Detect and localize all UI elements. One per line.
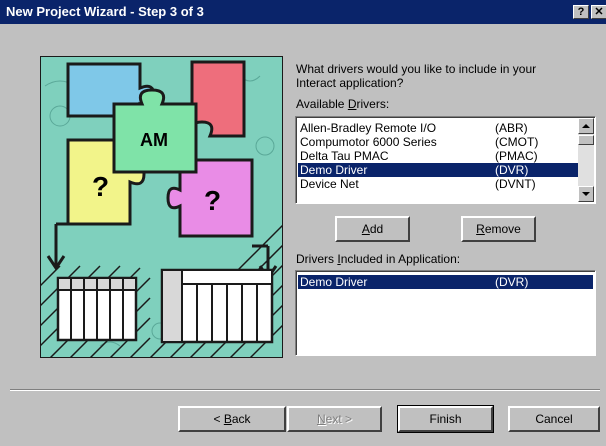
right-piece-label: ? — [204, 185, 221, 216]
close-button[interactable]: ✕ — [591, 5, 606, 19]
included-drivers-list[interactable]: Demo Driver (DVR) — [295, 270, 596, 356]
list-item-selected[interactable]: Demo Driver (DVR) — [298, 275, 593, 289]
available-list-scrollbar[interactable] — [578, 118, 594, 202]
add-button[interactable]: Add — [335, 216, 410, 242]
list-item[interactable]: Compumotor 6000 Series (CMOT) — [298, 135, 578, 149]
scroll-down-button[interactable] — [578, 186, 594, 202]
next-button[interactable]: Next > — [287, 406, 382, 432]
included-drivers-label: Drivers Included in Application: — [296, 252, 461, 266]
remove-button[interactable]: Remove — [461, 216, 536, 242]
right-io-rack — [160, 268, 274, 344]
prompt-line-2: Interact application? — [296, 76, 404, 90]
title-bar[interactable]: New Project Wizard - Step 3 of 3 ? ✕ — [0, 0, 606, 24]
close-icon: ✕ — [594, 6, 604, 18]
list-item[interactable]: Delta Tau PMAC (PMAC) — [298, 149, 578, 163]
center-piece-label: AM — [140, 130, 168, 150]
list-item[interactable]: Device Net (DVNT) — [298, 177, 578, 191]
arrow-up-icon — [582, 124, 590, 128]
available-drivers-label: Available Drivers: — [296, 97, 390, 111]
help-icon: ? — [577, 6, 585, 18]
help-button[interactable]: ? — [573, 5, 589, 19]
separator-highlight — [10, 390, 600, 391]
left-piece-label: ? — [92, 171, 109, 202]
back-button[interactable]: < Back — [178, 406, 286, 432]
list-item-selected[interactable]: Demo Driver (DVR) — [298, 163, 578, 177]
prompt-line-1: What drivers would you like to include i… — [296, 62, 537, 76]
arrow-down-icon — [582, 192, 590, 196]
cancel-button[interactable]: Cancel — [508, 406, 600, 432]
window-title: New Project Wizard - Step 3 of 3 — [6, 4, 204, 19]
new-project-wizard-dialog: New Project Wizard - Step 3 of 3 ? ✕ AM … — [0, 0, 606, 446]
wizard-illustration: AM ? ? — [40, 56, 283, 358]
scroll-thumb[interactable] — [578, 135, 594, 145]
left-io-rack — [56, 276, 138, 342]
scroll-up-button[interactable] — [578, 118, 594, 134]
driver-prompt: What drivers would you like to include i… — [296, 62, 596, 90]
finish-button[interactable]: Finish — [397, 405, 494, 433]
available-drivers-list[interactable]: Allen-Bradley Remote I/O (ABR) Compumotor… — [295, 116, 596, 204]
list-item[interactable]: Allen-Bradley Remote I/O (ABR) — [298, 121, 578, 135]
